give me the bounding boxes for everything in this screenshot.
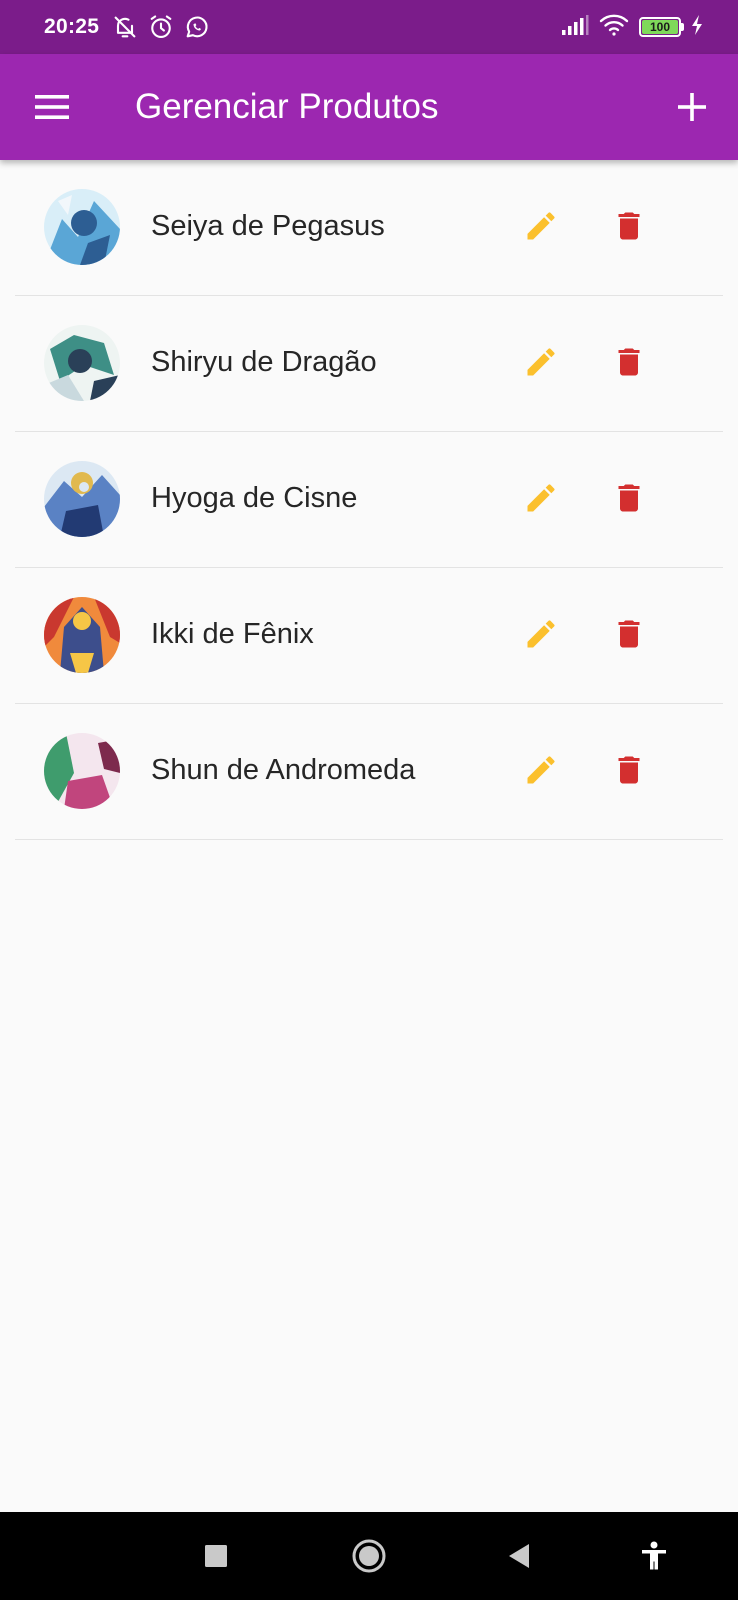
list-item[interactable]: Seiya de Pegasus xyxy=(15,160,723,296)
product-name: Shiryu de Dragão xyxy=(151,346,377,378)
navigation-bar xyxy=(0,1512,738,1600)
product-name: Seiya de Pegasus xyxy=(151,210,385,242)
app-bar: Gerenciar Produtos xyxy=(0,54,738,160)
delete-button[interactable] xyxy=(605,746,653,794)
add-product-button[interactable] xyxy=(668,83,716,131)
list-item[interactable]: Shiryu de Dragão xyxy=(15,296,723,432)
back-icon xyxy=(509,1544,529,1568)
status-left: 20:25 xyxy=(44,13,219,41)
list-item[interactable]: Hyoga de Cisne xyxy=(15,432,723,568)
charging-icon xyxy=(690,14,704,41)
delete-button[interactable] xyxy=(605,338,653,386)
delete-icon xyxy=(618,484,640,512)
status-time: 20:25 xyxy=(44,15,100,38)
status-bar: 20:25 100 xyxy=(0,0,738,54)
alarm-icon xyxy=(147,13,175,41)
avatar xyxy=(44,597,120,673)
back-button[interactable] xyxy=(497,1534,541,1578)
product-list: Seiya de Pegasus Shiryu de Dragão Hyoga … xyxy=(15,160,723,840)
avatar xyxy=(44,325,120,401)
edit-icon xyxy=(527,348,555,376)
product-name: Ikki de Fênix xyxy=(151,618,314,650)
edit-button[interactable] xyxy=(517,610,565,658)
wifi-icon xyxy=(599,13,629,42)
delete-button[interactable] xyxy=(605,610,653,658)
edit-icon xyxy=(527,620,555,648)
menu-icon xyxy=(35,95,69,119)
menu-button[interactable] xyxy=(28,83,76,131)
edit-button[interactable] xyxy=(517,746,565,794)
product-name: Shun de Andromeda xyxy=(151,754,416,786)
accessibility-icon xyxy=(642,1541,666,1570)
delete-icon xyxy=(618,212,640,240)
mute-bell-icon xyxy=(111,13,139,41)
avatar xyxy=(44,461,120,537)
battery-level: 100 xyxy=(642,20,678,34)
whatsapp-icon xyxy=(183,13,211,41)
recents-icon xyxy=(205,1545,227,1567)
page-title: Gerenciar Produtos xyxy=(135,87,439,126)
accessibility-button[interactable] xyxy=(632,1534,676,1578)
delete-icon xyxy=(618,620,640,648)
list-item[interactable]: Ikki de Fênix xyxy=(15,568,723,704)
home-button[interactable] xyxy=(347,1534,391,1578)
avatar xyxy=(44,189,120,265)
edit-icon xyxy=(527,484,555,512)
edit-icon xyxy=(527,212,555,240)
avatar xyxy=(44,733,120,809)
delete-icon xyxy=(618,756,640,784)
edit-button[interactable] xyxy=(517,474,565,522)
edit-button[interactable] xyxy=(517,202,565,250)
battery-icon: 100 xyxy=(639,17,684,37)
status-right: 100 xyxy=(551,13,704,42)
edit-button[interactable] xyxy=(517,338,565,386)
delete-icon xyxy=(618,348,640,376)
add-icon xyxy=(678,93,706,121)
product-name: Hyoga de Cisne xyxy=(151,482,358,514)
list-item[interactable]: Shun de Andromeda xyxy=(15,704,723,840)
recents-button[interactable] xyxy=(194,1534,238,1578)
delete-button[interactable] xyxy=(605,474,653,522)
signal-icon xyxy=(561,14,589,41)
edit-icon xyxy=(527,756,555,784)
home-icon xyxy=(352,1539,386,1573)
delete-button[interactable] xyxy=(605,202,653,250)
